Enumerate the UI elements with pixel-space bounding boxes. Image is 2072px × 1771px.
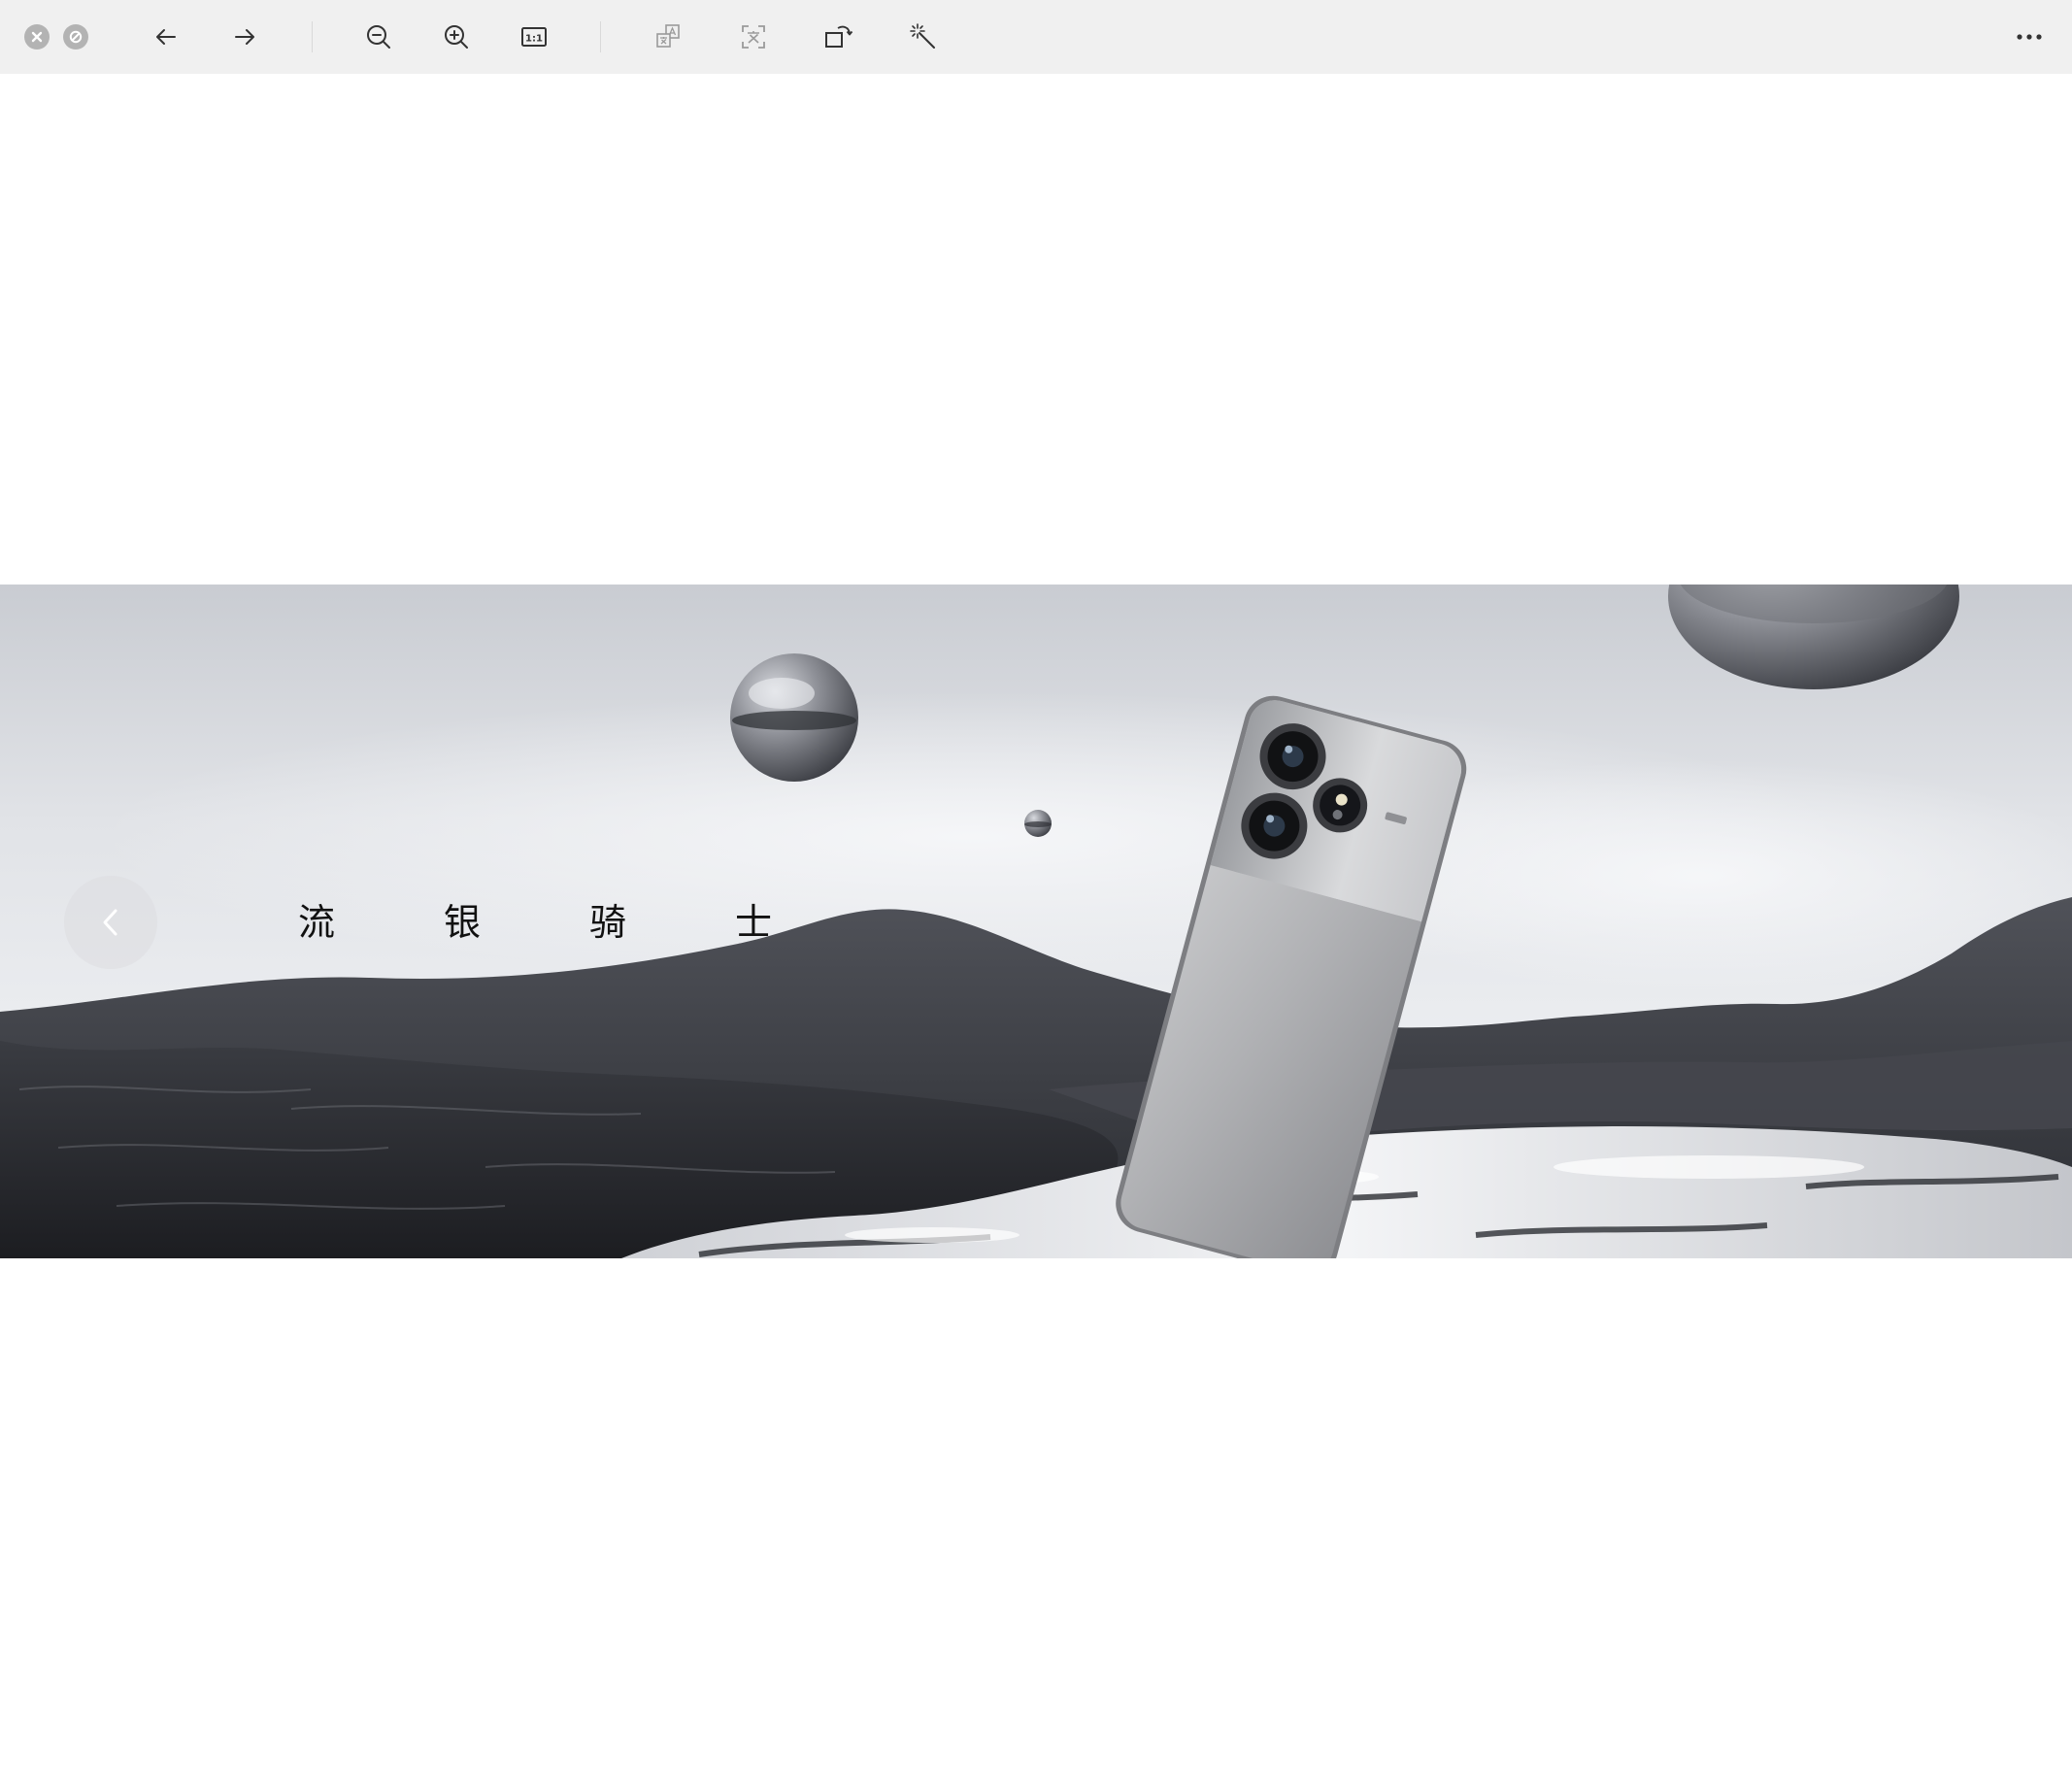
- banner-slogan: 流 银 骑 士: [287, 888, 792, 956]
- image-viewer-window: 1:1 流 银 骑 士: [0, 0, 2072, 1771]
- rotate-button[interactable]: [816, 14, 862, 60]
- rotate-icon: [825, 25, 853, 48]
- actual-size-button[interactable]: 1:1: [511, 14, 557, 60]
- zoom-out-icon: [367, 25, 390, 49]
- more-options-button[interactable]: [2006, 14, 2053, 60]
- previous-image-button[interactable]: [143, 14, 189, 60]
- close-icon: [31, 31, 43, 43]
- back-arrow-icon: [156, 29, 176, 45]
- slogan-char: 流: [297, 901, 335, 944]
- minimize-window-button[interactable]: [63, 24, 88, 50]
- minimize-icon: [69, 30, 83, 44]
- toolbar: 1:1: [0, 0, 2072, 74]
- banner-prev-button[interactable]: [64, 876, 157, 969]
- magic-wand-icon: [910, 23, 935, 49]
- toolbar-divider: [600, 21, 601, 52]
- zoom-in-button[interactable]: [433, 14, 480, 60]
- zoom-out-button[interactable]: [355, 14, 402, 60]
- translate-button[interactable]: [645, 14, 691, 60]
- product-banner-image: realme 流 银 骑 士: [0, 585, 2072, 1258]
- slogan-char: 银: [443, 901, 481, 944]
- slogan-char: 士: [734, 901, 772, 944]
- translate-icon: [656, 24, 680, 48]
- toolbar-divider: [312, 21, 313, 52]
- text-recognition-button[interactable]: [730, 14, 777, 60]
- next-image-button[interactable]: [221, 14, 268, 60]
- slogan-char: 骑: [588, 901, 626, 944]
- more-icon: [2017, 34, 2042, 40]
- close-window-button[interactable]: [24, 24, 50, 50]
- chevron-left-icon: [103, 909, 117, 936]
- image-canvas[interactable]: realme 流 银 骑 士: [0, 74, 2072, 1771]
- magic-enhance-button[interactable]: [900, 14, 947, 60]
- forward-arrow-icon: [235, 29, 254, 45]
- text-recognize-icon: [742, 25, 765, 49]
- actual-size-label: 1:1: [525, 34, 543, 45]
- actual-size-icon: 1:1: [521, 27, 547, 47]
- zoom-in-icon: [445, 25, 468, 49]
